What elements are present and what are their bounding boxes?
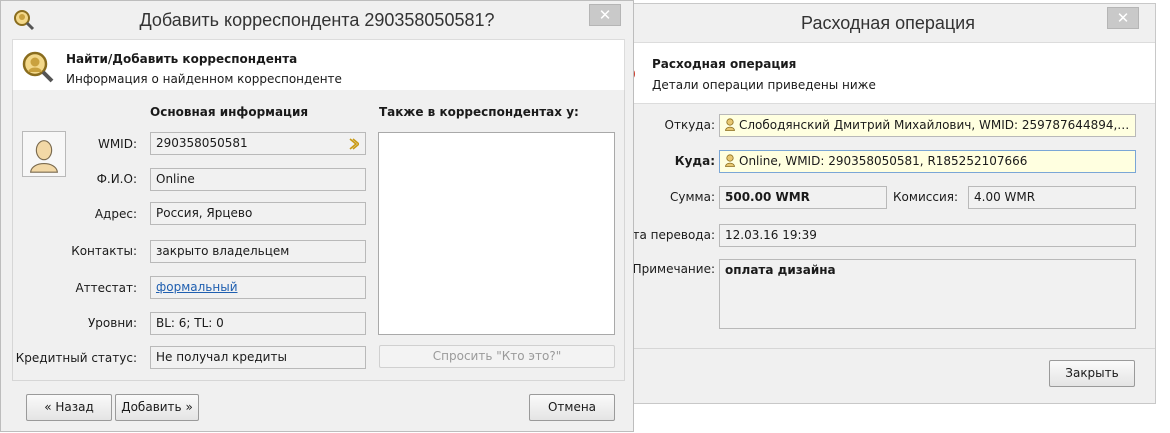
header-title: Найти/Добавить корреспондента [66, 52, 298, 66]
footer-separator [621, 348, 1155, 349]
wmid-label: WMID: [97, 137, 137, 151]
user-icon [725, 118, 735, 131]
also-in-contacts-heading: Также в корреспондентах у: [379, 105, 579, 119]
note-field[interactable]: оплата дизайна [719, 259, 1136, 329]
wmid-field[interactable]: 290358050581 [150, 132, 366, 155]
ask-who-is-this-button[interactable]: Спросить "Кто это?" [379, 345, 615, 368]
main-info-heading: Основная информация [150, 105, 309, 119]
commission-field[interactable]: 4.00 WMR [968, 186, 1136, 209]
chevron-right-icon[interactable] [349, 138, 359, 150]
add-correspondent-dialog: Добавить корреспондента 290358050581? ✕ … [0, 0, 634, 432]
add-button[interactable]: Добавить » [115, 394, 199, 421]
dialog-header: Найти/Добавить корреспондента Информация… [12, 39, 625, 91]
close-button[interactable]: Закрыть [1049, 360, 1135, 387]
levels-field[interactable]: BL: 6; TL: 0 [150, 312, 366, 335]
note-label: Примечание: [632, 262, 715, 276]
dialog-title: Добавить корреспондента 290358050581? [139, 10, 495, 30]
from-field[interactable]: Слободянский Дмитрий Михайлович, WMID: 2… [719, 114, 1136, 137]
dialog-title: Расходная операция [801, 13, 975, 33]
address-label: Адрес: [94, 207, 137, 221]
attestat-field[interactable]: формальный [150, 276, 366, 299]
search-user-icon [22, 51, 54, 83]
address-field[interactable]: Россия, Ярцево [150, 202, 366, 225]
from-label: Откуда: [664, 118, 715, 132]
fio-label: Ф.И.О: [96, 172, 137, 186]
correspondents-list[interactable] [378, 132, 615, 335]
attestat-link[interactable]: формальный [156, 280, 238, 294]
header-subtitle: Информация о найденном корреспонденте [66, 72, 342, 86]
amount-field[interactable]: 500.00 WMR [719, 186, 887, 209]
close-icon[interactable]: ✕ [589, 4, 621, 26]
contacts-label: Контакты: [71, 244, 137, 258]
cancel-button[interactable]: Отмена [529, 394, 615, 421]
header-title: Расходная операция [652, 57, 797, 71]
levels-label: Уровни: [87, 316, 137, 330]
to-value: Online, WMID: 290358050581, R18525210766… [739, 154, 1028, 168]
commission-label: Комиссия: [893, 190, 958, 204]
titlebar[interactable]: Расходная операция ✕ [621, 4, 1155, 42]
date-field[interactable]: 12.03.16 19:39 [719, 224, 1136, 247]
titlebar[interactable]: Добавить корреспондента 290358050581? ✕ [1, 1, 633, 39]
credit-status-field[interactable]: Не получал кредиты [150, 346, 366, 369]
from-value: Слободянский Дмитрий Михайлович, WMID: 2… [739, 118, 1136, 132]
amount-label: Сумма: [670, 190, 715, 204]
to-field[interactable]: Online, WMID: 290358050581, R18525210766… [719, 150, 1136, 173]
fio-field[interactable]: Online [150, 168, 366, 191]
wmid-value: 290358050581 [156, 136, 248, 150]
back-button[interactable]: « Назад [26, 394, 112, 421]
dialog-header: Расходная операция Детали операции приве… [621, 42, 1155, 104]
to-label: Куда: [674, 154, 715, 168]
outgoing-operation-dialog: Расходная операция ✕ Расходная операция … [616, 3, 1156, 404]
contacts-field[interactable]: закрыто владельцем [150, 240, 366, 263]
attestat-label: Аттестат: [75, 281, 137, 295]
header-subtitle: Детали операции приведены ниже [652, 78, 876, 92]
close-icon[interactable]: ✕ [1107, 7, 1139, 29]
credit-status-label: Кредитный статус: [15, 351, 137, 365]
user-icon [725, 154, 735, 167]
